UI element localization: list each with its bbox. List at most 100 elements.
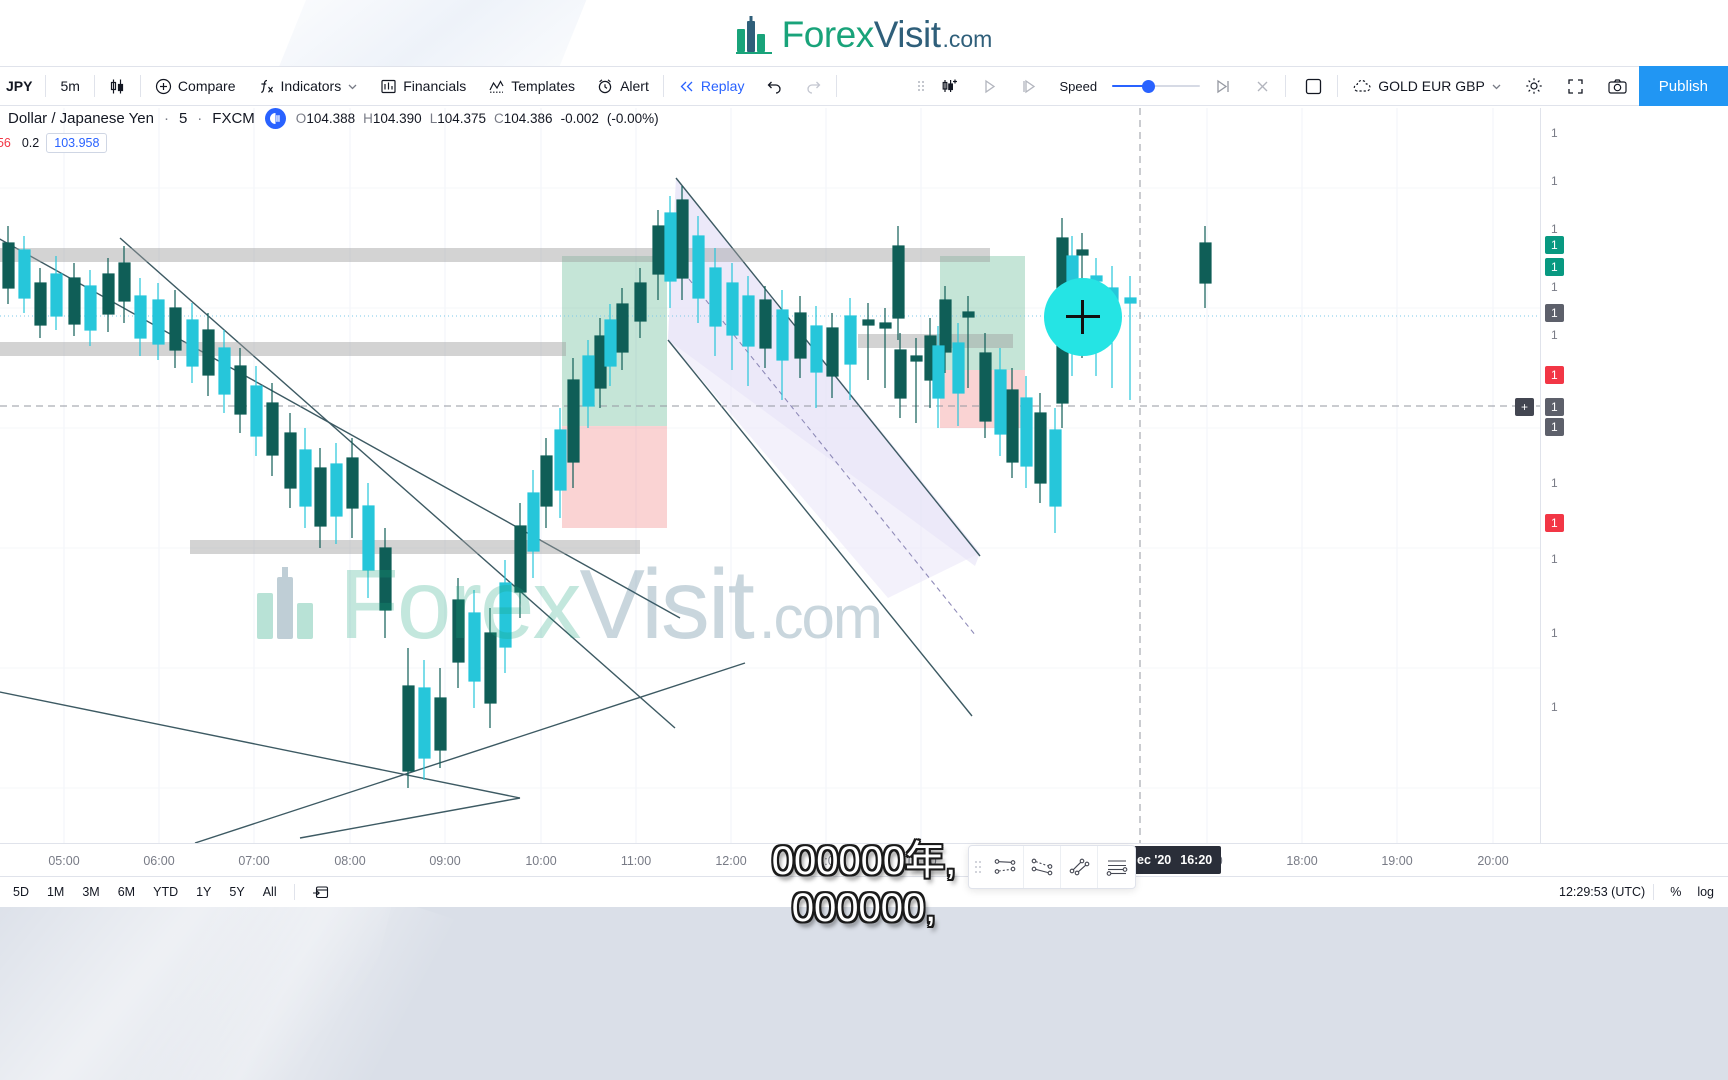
range-all[interactable]: All [254,882,286,902]
drawing-tools-popup[interactable] [968,845,1136,889]
step-forward-icon [1020,78,1037,95]
alert-label: Alert [620,78,649,94]
brand-header: Forex Visit .com [0,0,1728,70]
financials-button[interactable]: Financials [369,66,477,106]
replay-add-bar-button[interactable] [930,66,970,106]
time-tick: 10:00 [525,854,557,868]
ohlc-o-label: O [295,111,307,126]
symbol-button[interactable]: JPY [0,66,42,106]
replay-button[interactable]: Replay [667,66,756,106]
time-tick: 18:00 [1286,854,1318,868]
redo-button[interactable] [794,66,833,106]
toolbar-divider [662,75,664,97]
replay-rewind-icon [678,78,695,95]
ohlc-change-pct: (-0.00%) [606,111,659,126]
replay-speed-control[interactable]: Speed [1048,66,1204,106]
drag-grip-icon[interactable] [969,861,987,873]
log-scale-toggle[interactable]: log [1689,882,1722,902]
tooltip-time: 16:20 [1180,853,1213,867]
price-tick: 1 [1551,328,1558,342]
percent-scale-toggle[interactable]: % [1662,882,1689,902]
instrument-name[interactable]: Dollar / Japanese Yen [8,110,154,127]
header-light-swoosh [272,0,588,70]
status-divider [293,884,295,900]
templates-button[interactable]: Templates [477,66,586,106]
legend-dot: · [163,110,169,127]
price-tick: 1 [1551,222,1558,236]
range-1y[interactable]: 1Y [187,882,220,902]
replay-play-button[interactable] [970,66,1009,106]
replay-close-button[interactable] [1243,66,1282,106]
fullscreen-button[interactable] [1555,66,1596,106]
price-badge-grey: 1 [1545,304,1564,322]
crosshair-time-tooltip: ec '20 16:20 [1128,846,1222,874]
crosshair-price-label: + [1515,398,1535,416]
replay-step-forward-button[interactable] [1009,66,1048,106]
time-tick: 06:00 [143,854,175,868]
range-5y[interactable]: 5Y [220,882,253,902]
crosshair-plus-icon[interactable] [1044,278,1122,356]
indicators-button[interactable]: Indicators [247,66,370,106]
uptrend-line-1 [194,662,746,843]
watchlist-selector[interactable]: GOLD EUR GBP [1341,66,1513,106]
snapshot-button[interactable] [1596,66,1639,106]
forexvisit-logo: Forex Visit .com [735,14,993,56]
indicator-value-blue[interactable]: 103.958 [46,133,108,153]
speed-slider[interactable] [1112,79,1201,93]
range-6m[interactable]: 6M [109,882,144,902]
bottom-status-bar: 5D 1M 3M 6M YTD 1Y 5Y All 12:29:53 (UTC)… [0,877,1728,907]
replay-drag-grip-icon[interactable] [912,81,930,91]
flat-top-bottom-tool[interactable] [1098,846,1135,888]
price-tick: 1 [1551,476,1558,490]
brand-tld: .com [942,26,993,52]
ohlc-change: -0.002 [560,111,599,126]
function-fx-icon [258,78,275,95]
redo-arrow-icon [805,78,822,95]
undo-button[interactable] [755,66,794,106]
plus-circle-icon [155,78,172,95]
legend-interval[interactable]: 5 [179,110,187,127]
time-tick: 11:00 [620,854,652,868]
disjoint-channel-tool[interactable] [1061,846,1098,888]
parallel-channel-tool[interactable] [987,846,1024,888]
price-axis[interactable]: 1 1 1 1 1 1 1 1 1 + 1 1 1 1 1 1 1 [1515,108,1728,843]
regression-trend-tool[interactable] [1024,846,1061,888]
legend-exchange[interactable]: FXCM [212,110,255,127]
eye-toggle-icon[interactable] [264,108,286,129]
compare-button[interactable]: Compare [144,66,247,106]
price-badge-green: 1 [1545,236,1564,254]
interval-button[interactable]: 5m [49,66,90,106]
goto-date-icon[interactable] [303,881,338,903]
time-axis[interactable]: 05:00 06:00 07:00 08:00 09:00 10:00 11:0… [0,843,1728,877]
replay-jump-to-end-button[interactable] [1204,66,1243,106]
time-tick: 20:00 [1477,854,1509,868]
tradingview-chart-app: Forex Visit .com JPY 5m Compare Indicato… [0,0,1728,1080]
chart-type-button[interactable] [98,66,137,106]
toolbar-divider [1337,75,1339,97]
settings-button[interactable] [1513,66,1555,106]
compare-label: Compare [177,78,236,94]
toolbar-divider [45,75,47,97]
chart-plot [0,108,1540,843]
bar-chart-logo-icon [735,16,772,54]
range-ytd[interactable]: YTD [144,882,187,902]
publish-button[interactable]: Publish [1638,66,1728,106]
tooltip-date: ec '20 [1137,853,1172,867]
ohlc-low: 104.375 [437,111,487,126]
legend-dot: · [197,110,203,127]
chevron-down-icon[interactable] [347,81,358,92]
range-3m[interactable]: 3M [73,882,108,902]
play-triangle-icon [981,78,998,95]
ohlc-open: 104.388 [306,111,356,126]
ohlc-h-label: H [363,111,373,126]
candlestick-icon [109,78,126,95]
chart-canvas[interactable]: Forex Visit .com [0,108,1540,843]
range-5d[interactable]: 5D [4,882,38,902]
alert-button[interactable]: Alert [586,66,660,106]
support-zone-2 [190,540,640,554]
chevron-down-icon[interactable] [1491,81,1502,92]
layout-button[interactable] [1293,66,1334,106]
replay-label: Replay [700,78,745,94]
toolbar-divider [1285,75,1287,97]
range-1m[interactable]: 1M [38,882,73,902]
